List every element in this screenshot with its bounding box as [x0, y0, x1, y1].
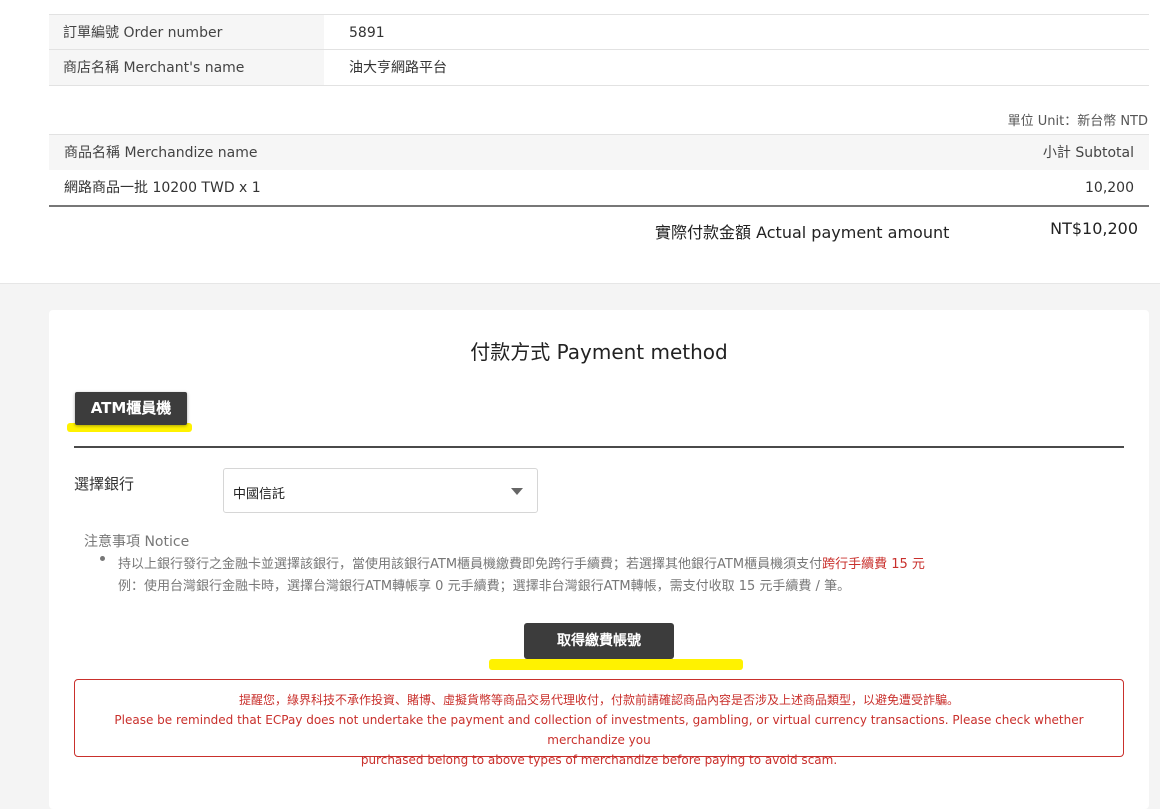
currency-unit: 單位 Unit：新台幣 NTD: [1007, 114, 1148, 129]
notice-title: 注意事項 Notice: [84, 534, 190, 550]
button-highlight-mark: [489, 659, 743, 670]
merchandise-name-header: 商品名稱 Merchandize name: [64, 145, 258, 161]
merchant-name-row: 商店名稱 Merchant's name 油大亨網路平台: [49, 50, 1149, 86]
actual-payment-value: NT$10,200: [1050, 219, 1138, 238]
order-number-value: 5891: [349, 25, 385, 41]
merchant-name-label: 商店名稱 Merchant's name: [49, 50, 324, 85]
order-summary-panel: 訂單編號 Order number 5891 商店名稱 Merchant's n…: [0, 0, 1160, 284]
order-number-row: 訂單編號 Order number 5891: [49, 14, 1149, 50]
tab-divider: [74, 446, 1124, 448]
order-number-label: 訂單編號 Order number: [49, 15, 324, 49]
chevron-down-icon: [511, 488, 523, 495]
payment-method-title: 付款方式 Payment method: [470, 340, 728, 364]
select-bank-label: 選擇銀行: [74, 475, 135, 493]
merchant-name-value: 油大亨網路平台: [349, 60, 447, 76]
subtotal-header: 小計 Subtotal: [1042, 145, 1134, 161]
scam-warning-box: 提醒您，綠界科技不承作投資、賭博、虛擬貨幣等商品交易代理收付，付款前請確認商品內…: [74, 679, 1124, 767]
merchandise-item-row: 網路商品一批 10200 TWD x 1 10,200: [49, 170, 1149, 207]
warning-text-en-1: Please be reminded that ECPay does not u…: [114, 713, 1084, 747]
order-info-table: 訂單編號 Order number 5891 商店名稱 Merchant's n…: [49, 14, 1149, 86]
payment-method-card: 付款方式 Payment method ATM櫃員機 選擇銀行 中國信託 注意事…: [49, 310, 1149, 809]
get-payment-account-button[interactable]: 取得繳費帳號: [524, 623, 674, 659]
warning-text-zh: 提醒您，綠界科技不承作投資、賭博、虛擬貨幣等商品交易代理收付，付款前請確認商品內…: [238, 693, 959, 707]
interbank-fee-text: 跨行手續費 15 元: [822, 557, 925, 572]
bank-select[interactable]: 中國信託: [223, 468, 538, 513]
bank-select-value: 中國信託: [233, 487, 286, 502]
notice-line-2: 例：使用台灣銀行金融卡時，選擇台灣銀行ATM轉帳享 0 元手續費；選擇非台灣銀行…: [118, 579, 851, 594]
bullet-icon: [100, 556, 105, 561]
merchandise-item-subtotal: 10,200: [1085, 180, 1134, 196]
notice-line-1-text: 持以上銀行發行之金融卡並選擇該銀行，當使用該銀行ATM櫃員機繳費即免跨行手續費；…: [118, 557, 823, 572]
warning-text-en-2: purchased belong to above types of merch…: [360, 753, 838, 767]
tab-atm[interactable]: ATM櫃員機: [75, 392, 187, 425]
merchandise-item-name: 網路商品一批 10200 TWD x 1: [64, 180, 261, 196]
merchandise-header-row: 商品名稱 Merchandize name 小計 Subtotal: [49, 134, 1149, 170]
actual-payment-label: 實際付款金額 Actual payment amount: [655, 223, 950, 242]
notice-line-1: 持以上銀行發行之金融卡並選擇該銀行，當使用該銀行ATM櫃員機繳費即免跨行手續費；…: [118, 553, 925, 572]
merchandise-table: 商品名稱 Merchandize name 小計 Subtotal 網路商品一批…: [49, 134, 1149, 207]
